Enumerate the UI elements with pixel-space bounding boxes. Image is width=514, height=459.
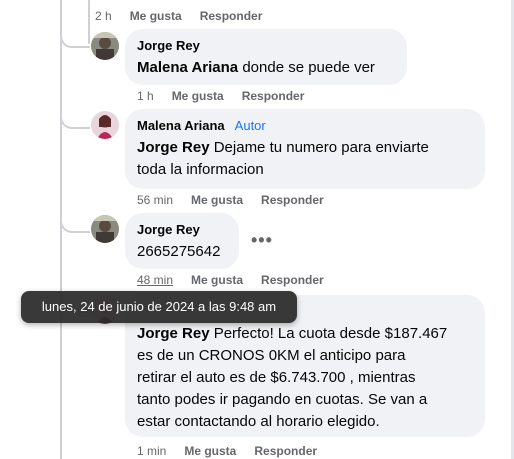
- comment-author[interactable]: Jorge Rey: [137, 37, 395, 55]
- author-badge: Autor: [234, 118, 266, 133]
- comment-time[interactable]: 1 h: [137, 88, 154, 104]
- reply-button[interactable]: Responder: [261, 272, 324, 288]
- thread-connector: [60, 213, 90, 233]
- reply-button[interactable]: Responder: [242, 88, 305, 104]
- comment-time[interactable]: 1 min: [137, 443, 166, 459]
- comment-bubble: Malena Ariana Autor Jorge Rey Dejame tu …: [125, 109, 485, 189]
- avatar[interactable]: [91, 111, 119, 139]
- comment-actions: 1 h Me gusta Responder: [137, 88, 322, 104]
- reply-button[interactable]: Responder: [254, 443, 317, 459]
- like-button[interactable]: Me gusta: [191, 272, 243, 288]
- like-button[interactable]: Me gusta: [130, 8, 182, 24]
- like-button[interactable]: Me gusta: [172, 88, 224, 104]
- comment-actions: 56 min Me gusta Responder: [137, 192, 342, 208]
- timestamp-tooltip: lunes, 24 de junio de 2024 a las 9:48 am: [21, 291, 297, 323]
- like-button[interactable]: Me gusta: [184, 443, 236, 459]
- avatar[interactable]: [91, 32, 119, 60]
- comment-bubble: Jorge Rey 2665275642: [125, 213, 239, 269]
- thread-connector: [60, 109, 90, 129]
- comment-actions: 1 min Me gusta Responder: [137, 443, 335, 459]
- avatar[interactable]: [91, 215, 119, 243]
- comment-text: Jorge Rey Perfecto! La cuota desde $187.…: [137, 325, 448, 430]
- comment-text: Malena Ariana donde se puede ver: [137, 59, 375, 76]
- thread-connector: [60, 28, 90, 48]
- top-comment-actions: 2 h Me gusta Responder: [95, 8, 280, 24]
- like-button[interactable]: Me gusta: [191, 192, 243, 208]
- comment-author[interactable]: Malena Ariana: [137, 117, 225, 135]
- thread-line: [60, 0, 62, 459]
- comment-time[interactable]: 2 h: [95, 8, 112, 24]
- more-options-icon[interactable]: •••: [251, 230, 273, 251]
- comment-time[interactable]: 48 min: [137, 272, 173, 288]
- comment-actions: 48 min Me gusta Responder: [137, 272, 342, 288]
- mention-link[interactable]: Jorge Rey: [137, 139, 210, 156]
- mention-link[interactable]: Jorge Rey: [137, 325, 210, 342]
- comment-bubble: Jorge Rey Malena Ariana donde se puede v…: [125, 29, 407, 85]
- reply-button[interactable]: Responder: [200, 8, 263, 24]
- mention-link[interactable]: Malena Ariana: [137, 59, 238, 76]
- comment-text: 2665275642: [137, 243, 221, 260]
- comment-time[interactable]: 56 min: [137, 192, 173, 208]
- comment-author[interactable]: Jorge Rey: [137, 221, 227, 239]
- reply-button[interactable]: Responder: [261, 192, 324, 208]
- comment-text: Jorge Rey Dejame tu numero para enviarte…: [137, 139, 429, 178]
